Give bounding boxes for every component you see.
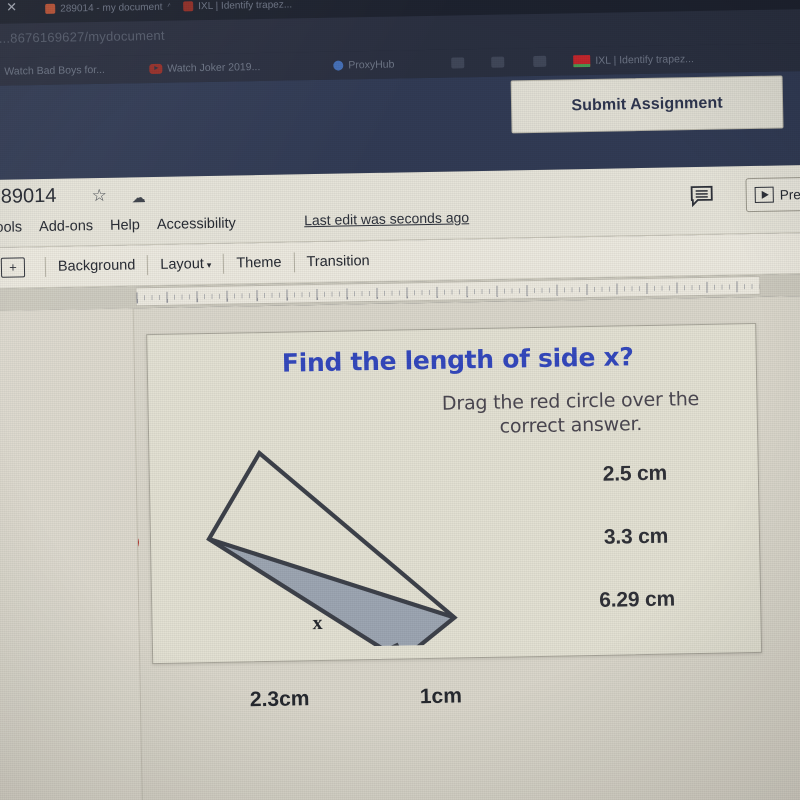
theme-button[interactable]: Theme xyxy=(236,255,281,272)
present-button[interactable]: Present xyxy=(745,176,800,213)
toolbar-divider xyxy=(147,255,149,276)
bookmark-item[interactable]: ProxyHub xyxy=(333,55,395,75)
close-icon[interactable]: ✕ xyxy=(6,0,17,15)
slides-favicon xyxy=(45,3,56,14)
comment-icon[interactable] xyxy=(690,185,716,208)
ixl-icon xyxy=(573,54,591,67)
submit-assignment-button[interactable]: Submit Assignment xyxy=(510,75,784,134)
bookmark-item-ixl[interactable]: IXL | Identify trapez... xyxy=(573,49,694,70)
bookmark-item[interactable]: Watch Joker 2019... xyxy=(149,57,260,78)
youtube-icon xyxy=(149,63,163,74)
assignment-header-band: Submit Assignment xyxy=(0,70,800,181)
menu-item-tools[interactable]: Tools xyxy=(0,219,22,236)
bookmark-label: Watch Bad Boys for... xyxy=(4,63,106,78)
browser-window: ✕ 289014 - my document ^ IXL | Identify … xyxy=(0,0,800,800)
last-edit-status[interactable]: Last edit was seconds ago xyxy=(304,209,469,228)
browser-tab-label: 289014 - my document xyxy=(60,1,163,15)
document-title[interactable]: 289014 xyxy=(0,185,57,209)
answer-option[interactable]: 3.3 cm xyxy=(536,523,736,551)
menu-item-accessibility[interactable]: Accessibility xyxy=(157,215,236,232)
geometry-figure[interactable]: x 2.3cm 1cm xyxy=(169,429,473,711)
toolbar-divider xyxy=(293,252,295,273)
star-icon[interactable]: ☆ xyxy=(91,186,107,206)
side-length-label: 1cm xyxy=(419,684,463,709)
browser-tab-slides[interactable]: 289014 - my document ^ xyxy=(38,0,170,21)
browser-tab-label: IXL | Identify trapez... xyxy=(198,0,293,12)
photographed-screen: ✕ 289014 - my document ^ IXL | Identify … xyxy=(0,0,800,800)
side-x-label: x xyxy=(312,611,323,635)
bookmark-item[interactable] xyxy=(533,52,547,71)
layout-label: Layout xyxy=(160,256,205,273)
chevron-down-icon: ▾ xyxy=(206,259,212,271)
slide-canvas-area: Find the length of side x? Drag the red … xyxy=(0,295,800,800)
bookmark-icon xyxy=(533,55,547,68)
bookmark-icon xyxy=(451,57,465,69)
layout-button[interactable]: Layout ▾ xyxy=(160,256,211,273)
bookmark-icon xyxy=(491,56,505,68)
answer-option[interactable]: 6.29 cm xyxy=(537,586,737,614)
play-icon xyxy=(754,186,774,203)
bookmark-item[interactable]: Watch Bad Boys for... xyxy=(0,60,105,81)
side-length-label: 2.3cm xyxy=(249,687,310,712)
slide-title-text[interactable]: Find the length of side x? xyxy=(247,342,667,379)
bookmark-label: Watch Joker 2019... xyxy=(167,60,261,75)
chevron-up-icon: ^ xyxy=(167,1,171,12)
menu-item-help[interactable]: Help xyxy=(110,217,140,234)
ixl-favicon xyxy=(183,1,194,12)
bookmark-label: ProxyHub xyxy=(348,58,395,71)
slide-filmstrip-panel[interactable] xyxy=(0,308,144,800)
bookmark-item[interactable] xyxy=(451,53,465,72)
answer-options: 2.5 cm 3.3 cm 6.29 cm xyxy=(535,460,738,653)
globe-icon xyxy=(333,59,344,71)
bookmark-label: IXL | Identify trapez... xyxy=(595,52,694,67)
new-slide-icon[interactable] xyxy=(0,257,26,278)
browser-tab-ixl[interactable]: IXL | Identify trapez... xyxy=(176,0,296,19)
slides-menu-bar: Tools Add-ons Help Accessibility xyxy=(0,211,236,240)
submit-assignment-label: Submit Assignment xyxy=(571,94,723,114)
toolbar-divider xyxy=(44,256,47,277)
transition-button[interactable]: Transition xyxy=(306,253,369,270)
menu-item-addons[interactable]: Add-ons xyxy=(39,218,93,235)
present-label: Present xyxy=(779,186,800,203)
answer-option[interactable]: 2.5 cm xyxy=(535,460,735,488)
url-text: ...8676169627/mydocument xyxy=(0,27,165,46)
slide-editor[interactable]: Find the length of side x? Drag the red … xyxy=(0,322,763,711)
background-button[interactable]: Background xyxy=(58,257,136,274)
cloud-icon[interactable]: ☁ xyxy=(132,189,146,206)
bookmark-item[interactable] xyxy=(491,53,505,72)
toolbar-divider xyxy=(223,253,225,274)
